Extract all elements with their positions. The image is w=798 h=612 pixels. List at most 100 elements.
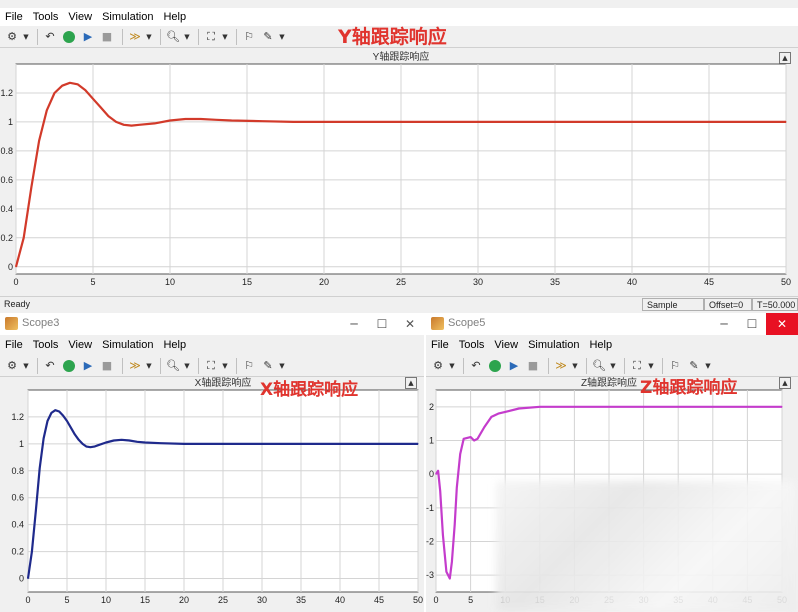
cursor-icon[interactable]: ⚐	[241, 29, 257, 45]
chevron-down-icon[interactable]: ▼	[146, 358, 152, 374]
data-point	[58, 410, 60, 413]
close-button[interactable]: ✕	[396, 313, 424, 335]
menu-view[interactable]: View	[63, 11, 97, 23]
x-tick-label: 25	[396, 277, 406, 287]
data-point	[30, 186, 32, 188]
menu-help[interactable]: Help	[584, 339, 617, 351]
stop-icon[interactable]: ■	[99, 358, 115, 374]
x-tick-label: 0	[433, 595, 438, 605]
autoscale-icon[interactable]: ⛶	[203, 358, 219, 374]
menu-view[interactable]: View	[489, 339, 523, 351]
chevron-down-icon[interactable]: ▼	[184, 358, 190, 374]
minimize-button[interactable]: ─	[710, 313, 738, 335]
run-icon[interactable]	[61, 358, 77, 374]
chevron-down-icon[interactable]: ▼	[184, 29, 190, 45]
minimize-button[interactable]: ─	[340, 313, 368, 335]
stop-icon[interactable]: ■	[99, 29, 115, 45]
toolbar-separator	[122, 357, 123, 374]
data-point	[144, 441, 146, 444]
style-icon[interactable]: ✎	[260, 358, 276, 374]
toolbar-separator	[160, 28, 161, 45]
chevron-down-icon[interactable]: ▼	[279, 29, 285, 45]
menu-simulation[interactable]: Simulation	[97, 339, 158, 351]
data-point	[518, 407, 520, 410]
settings-icon[interactable]: ⚙	[4, 358, 20, 374]
menu-help[interactable]: Help	[158, 11, 191, 23]
menu-bar: File Tools View Simulation Help	[426, 335, 798, 355]
menu-simulation[interactable]: Simulation	[523, 339, 584, 351]
menu-simulation[interactable]: Simulation	[97, 11, 158, 23]
y-tick-label: 0	[429, 469, 434, 479]
chevron-down-icon[interactable]: ▼	[146, 29, 152, 45]
plot-area-x: 0 5 10 15 20 25 30 35 40 45 50 0 0.2 0.4 0.6 0.8 1 1.2 X轴跟…	[11, 377, 423, 605]
highlight-icon[interactable]: ≫	[553, 358, 569, 374]
zoom-icon[interactable]: 🔍︎	[165, 29, 181, 45]
settings-icon[interactable]: ⚙	[430, 358, 446, 374]
highlight-icon[interactable]: ≫	[127, 29, 143, 45]
chevron-down-icon[interactable]: ▼	[222, 358, 228, 374]
chevron-down-icon[interactable]: ▼	[279, 358, 285, 374]
chart-title: X轴跟踪响应	[195, 377, 252, 389]
menu-file[interactable]: File	[0, 339, 28, 351]
data-point	[74, 433, 76, 436]
y-tick-label: 1	[429, 436, 434, 446]
step-forward-icon[interactable]: ▶	[80, 358, 96, 374]
menu-file[interactable]: File	[426, 339, 454, 351]
chevron-down-icon[interactable]: ▼	[222, 29, 228, 45]
cursor-icon[interactable]: ⚐	[241, 358, 257, 374]
toolbar-separator	[122, 28, 123, 45]
autoscale-icon[interactable]: ⛶	[203, 29, 219, 45]
data-point	[115, 121, 117, 123]
y-tick-label: 0.6	[0, 175, 13, 185]
toolbar-separator	[198, 357, 199, 374]
run-icon[interactable]	[61, 29, 77, 45]
data-point	[82, 443, 84, 445]
data-point	[417, 443, 419, 445]
data-point	[643, 406, 645, 408]
data-point	[477, 121, 479, 123]
chevron-down-icon[interactable]: ▼	[705, 358, 711, 374]
data-point	[785, 121, 787, 123]
chevron-down-icon[interactable]: ▼	[23, 358, 29, 374]
data-point	[300, 443, 302, 445]
blurred-region	[496, 481, 796, 611]
menu-tools[interactable]: Tools	[28, 11, 64, 23]
data-point	[70, 427, 72, 429]
chevron-down-icon[interactable]: ▼	[572, 358, 578, 374]
menu-tools[interactable]: Tools	[28, 339, 64, 351]
menu-view[interactable]: View	[63, 339, 97, 351]
menu-help[interactable]: Help	[158, 339, 191, 351]
data-point	[128, 439, 130, 442]
data-point	[130, 124, 133, 127]
data-point	[138, 124, 140, 126]
step-back-icon[interactable]: ↶	[468, 358, 484, 374]
style-icon[interactable]: ✎	[686, 358, 702, 374]
zoom-icon[interactable]: 🔍︎	[165, 358, 181, 374]
step-forward-icon[interactable]: ▶	[80, 29, 96, 45]
menu-tools[interactable]: Tools	[454, 339, 490, 351]
chevron-down-icon[interactable]: ▼	[648, 358, 654, 374]
chevron-down-icon[interactable]: ▼	[449, 358, 455, 374]
data-point	[184, 118, 186, 120]
run-icon[interactable]	[487, 358, 503, 374]
style-icon[interactable]: ✎	[260, 29, 276, 45]
autoscale-icon[interactable]: ⛶	[629, 358, 645, 374]
maximize-button[interactable]: ☐	[368, 313, 396, 335]
highlight-icon[interactable]: ≫	[127, 358, 143, 374]
settings-icon[interactable]: ⚙	[4, 29, 20, 45]
step-back-icon[interactable]: ↶	[42, 29, 58, 45]
status-bar: Ready Sample based Offset=0 T=50.000	[0, 296, 798, 313]
cursor-icon[interactable]: ⚐	[667, 358, 683, 374]
stop-icon[interactable]: ■	[525, 358, 541, 374]
step-back-icon[interactable]: ↶	[42, 358, 58, 374]
x-tick-label: 15	[242, 277, 252, 287]
zoom-icon[interactable]: 🔍︎	[591, 358, 607, 374]
chevron-down-icon[interactable]: ▼	[23, 29, 29, 45]
x-tick-label: 5	[90, 277, 95, 287]
chevron-down-icon[interactable]: ▼	[610, 358, 616, 374]
y-tick-label: 0.4	[0, 204, 13, 214]
step-forward-icon[interactable]: ▶	[506, 358, 522, 374]
maximize-button[interactable]: ☐	[738, 313, 766, 335]
close-button[interactable]: ✕	[766, 313, 798, 335]
menu-file[interactable]: File	[0, 11, 28, 23]
